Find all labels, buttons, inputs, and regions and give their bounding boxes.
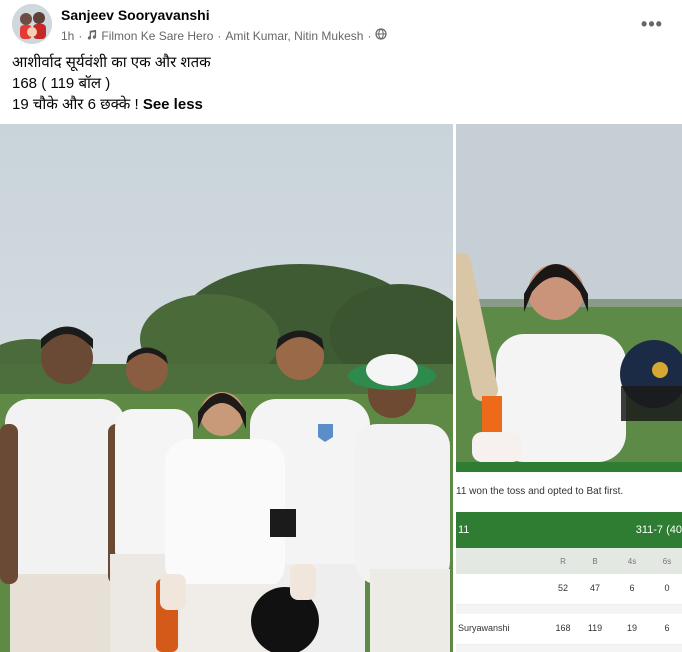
globe-icon[interactable]	[375, 28, 388, 43]
scorecard-team-name: 11	[458, 524, 470, 536]
scorecard-header-6s: 6s	[662, 557, 672, 566]
scorecard-team-bar: 11 311-7 (40	[456, 512, 682, 548]
batter-fours: 19	[626, 623, 637, 633]
author-avatar[interactable]	[12, 4, 52, 44]
music-title[interactable]: Filmon Ke Sare Hero	[101, 29, 213, 43]
post-text-line: 168 ( 119 बॉल )	[12, 75, 111, 92]
batter-sixes: 0	[664, 583, 670, 593]
avatar-photo	[12, 4, 52, 44]
post-text-line-last: 19 चौके और 6 छक्के ! See less	[12, 94, 211, 115]
see-less-link[interactable]: See less	[143, 96, 203, 113]
more-options-icon[interactable]: •••	[640, 12, 664, 36]
scorecard-team-score: 311-7 (40	[635, 524, 682, 536]
scorecard-top-bar	[456, 462, 682, 472]
table-row: Suryawanshi 168 119 19 6	[456, 614, 682, 645]
post-header: Sanjeev Sooryavanshi 1h · Filmon Ke Sare…	[12, 4, 672, 48]
batter-name: Suryawanshi	[458, 623, 510, 633]
post-text-line: आशीर्वाद सूर्यवंशी का एक और शतक	[12, 54, 211, 71]
post-meta: 1h · Filmon Ke Sare Hero · Amit Kumar, N…	[61, 28, 388, 43]
batter-runs: 52	[557, 583, 568, 593]
meta-separator: ·	[367, 28, 372, 43]
scorecard-header-row: R B 4s 6s	[456, 548, 682, 574]
scorecard-toss-text: 11 won the toss and opted to Bat first.	[456, 472, 682, 512]
table-row: 52 47 6 0	[456, 574, 682, 605]
batter-balls: 119	[587, 623, 603, 633]
team-group-photo[interactable]	[0, 124, 453, 652]
meta-separator: ·	[78, 28, 83, 43]
post-text-line: 19 चौके और 6 छक्के !	[12, 96, 139, 113]
batter-sixes: 6	[664, 623, 670, 633]
team-photo-illustration	[0, 124, 453, 652]
batter-photo[interactable]	[456, 124, 682, 462]
scorecard-header-4s: 4s	[627, 557, 637, 566]
batter-runs: 168	[555, 623, 571, 633]
meta-separator: ·	[217, 28, 222, 43]
batter-balls: 47	[589, 583, 600, 593]
music-artists[interactable]: Amit Kumar, Nitin Mukesh	[225, 29, 363, 43]
post-time[interactable]: 1h	[61, 29, 74, 43]
author-name[interactable]: Sanjeev Sooryavanshi	[61, 7, 210, 23]
scorecard-image[interactable]: 11 won the toss and opted to Bat first. …	[456, 462, 682, 652]
facebook-post: Sanjeev Sooryavanshi 1h · Filmon Ke Sare…	[0, 0, 682, 652]
music-note-icon	[86, 29, 97, 43]
scorecard-header-r: R	[560, 557, 566, 566]
batter-photo-illustration	[456, 124, 682, 462]
post-text: आशीर्वाद सूर्यवंशी का एक और शतक 168 ( 11…	[12, 52, 211, 115]
scorecard-header-b: B	[592, 557, 598, 566]
batter-fours: 6	[629, 583, 635, 593]
